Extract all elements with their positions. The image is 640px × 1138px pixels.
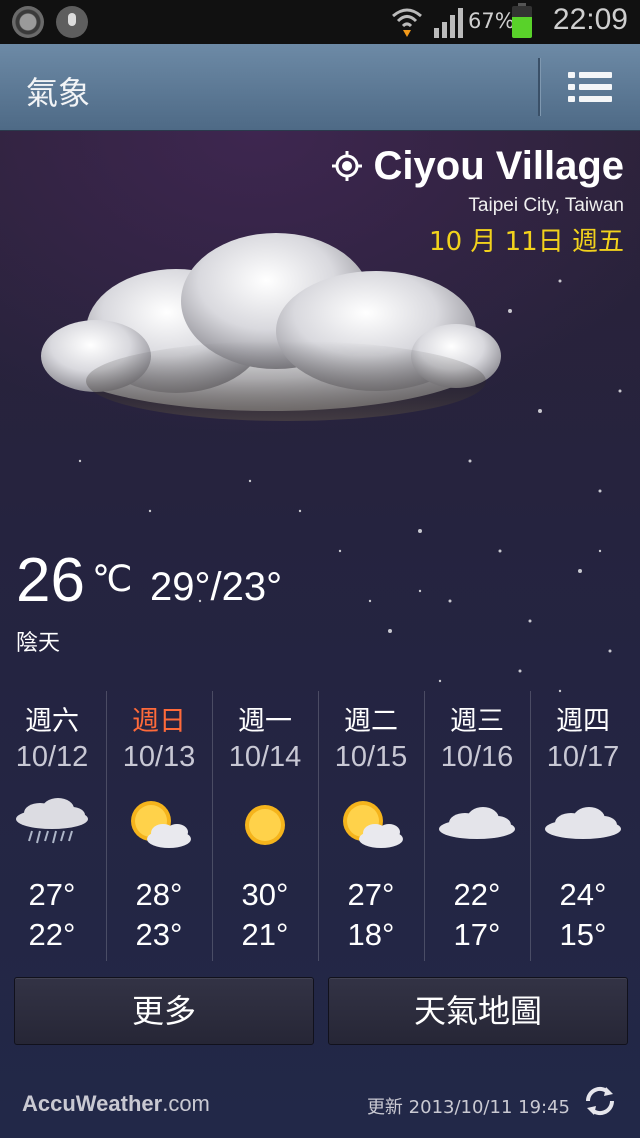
notification-icon <box>12 6 44 38</box>
app-title: 氣象 <box>26 74 91 112</box>
wifi-icon <box>392 8 422 37</box>
forecast-day[interactable]: 週六 10/12 27° 22° <box>0 691 104 961</box>
action-bar-divider <box>538 58 541 116</box>
menu-list-icon[interactable] <box>568 70 612 104</box>
forecast-weekday: 週二 <box>344 706 398 737</box>
brand-suffix: .com <box>162 1091 210 1116</box>
forecast-weekday: 週六 <box>25 706 79 737</box>
cloudy-weather-icon <box>41 233 501 421</box>
action-bar: 氣象 <box>0 44 640 131</box>
forecast-strip: 週六 10/12 27° 22° 週日 10/13 28° 23° 週一 10/14 30° 21° 週… <box>0 691 640 961</box>
location-target-icon[interactable] <box>331 151 362 181</box>
sun-icon <box>213 795 317 855</box>
forecast-weekday: 週一 <box>238 706 292 737</box>
weather-panel: Ciyou Village Taipei City, Taiwan 10 月 1… <box>0 131 640 1138</box>
forecast-low: 22° <box>28 917 76 952</box>
status-bar: 67% 22:09 <box>0 0 640 44</box>
location-region: Taipei City, Taiwan <box>468 195 624 216</box>
forecast-weekday: 週三 <box>450 706 504 737</box>
accuweather-logo[interactable]: AccuWeather.com <box>22 1091 210 1117</box>
forecast-high: 28° <box>135 877 183 912</box>
forecast-high: 27° <box>28 877 76 912</box>
brand-name: AccuWeather <box>22 1091 163 1116</box>
rain-cloud-icon <box>0 795 104 855</box>
forecast-date: 10/17 <box>546 741 620 773</box>
forecast-low: 15° <box>559 917 607 952</box>
current-condition: 陰天 <box>16 631 61 656</box>
sun-cloud-icon <box>107 795 211 855</box>
weather-map-button[interactable]: 天氣地圖 <box>328 977 628 1045</box>
forecast-date: 10/14 <box>228 741 302 773</box>
forecast-day[interactable]: 週四 10/17 24° 15° <box>530 691 635 961</box>
forecast-date: 10/16 <box>440 741 514 773</box>
battery-percent: 67% <box>468 9 515 33</box>
forecast-low: 18° <box>347 917 395 952</box>
forecast-high: 22° <box>453 877 501 912</box>
temperature-unit: ℃ <box>92 559 133 600</box>
current-temperature: 26 <box>16 546 85 615</box>
today-high-low: 29°/23° <box>150 565 283 609</box>
forecast-day[interactable]: 週日 10/13 28° 23° <box>106 691 211 961</box>
clock: 22:09 <box>552 3 628 36</box>
forecast-date: 10/15 <box>334 741 408 773</box>
forecast-low: 21° <box>241 917 289 952</box>
cloud-icon <box>531 795 635 855</box>
refresh-icon[interactable] <box>582 1083 618 1119</box>
location-header: Ciyou Village <box>331 141 624 191</box>
last-updated: 更新 2013/10/11 19:45 <box>366 1097 570 1118</box>
forecast-weekday: 週日 <box>132 706 186 737</box>
forecast-date: 10/12 <box>15 741 89 773</box>
cloud-icon <box>425 795 529 855</box>
forecast-day[interactable]: 週三 10/16 22° 17° <box>424 691 529 961</box>
forecast-low: 23° <box>135 917 183 952</box>
forecast-day[interactable]: 週二 10/15 27° 18° <box>318 691 423 961</box>
forecast-high: 24° <box>559 877 607 912</box>
forecast-day[interactable]: 週一 10/14 30° 21° <box>212 691 317 961</box>
sun-cloud-icon <box>319 795 423 855</box>
forecast-date: 10/13 <box>122 741 196 773</box>
battery-icon <box>512 3 532 38</box>
signal-icon <box>434 8 463 38</box>
forecast-low: 17° <box>453 917 501 952</box>
more-button[interactable]: 更多 <box>14 977 314 1045</box>
location-name: Ciyou Village <box>373 143 624 188</box>
forecast-weekday: 週四 <box>556 706 610 737</box>
forecast-high: 30° <box>241 877 289 912</box>
microphone-icon <box>56 6 88 38</box>
forecast-high: 27° <box>347 877 395 912</box>
